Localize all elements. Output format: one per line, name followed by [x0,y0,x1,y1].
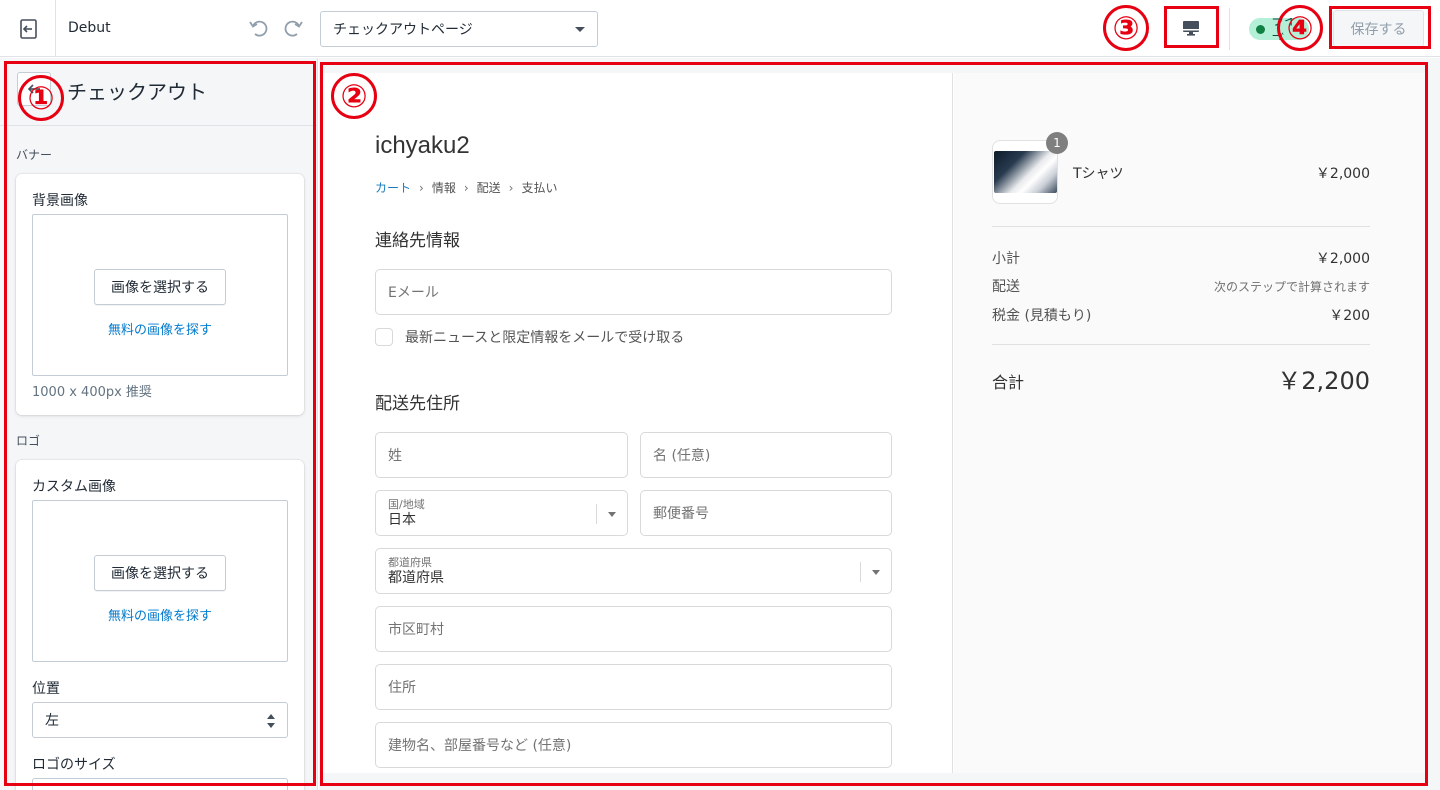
prefecture-label: 都道府県 [388,555,432,569]
breadcrumb-shipping: 配送 [476,181,501,195]
country-select[interactable]: 国/地域 日本 [375,490,628,536]
desktop-icon [1183,20,1199,36]
country-label: 国/地域 [388,497,425,511]
annotation-number-2: ② [331,73,377,119]
background-image-picker: 画像を選択する 無料の画像を探す [32,214,288,376]
exit-icon [19,18,37,39]
product-price: ￥2,000 [1315,166,1370,182]
divider [992,344,1370,345]
position-select[interactable]: 左 [32,702,288,738]
divider [992,226,1370,227]
banner-size-hint: 1000 x 400px 推奨 [32,385,152,400]
newsletter-checkbox[interactable] [375,328,393,346]
email-field[interactable]: Eメール [375,269,892,315]
select-image-button[interactable]: 画像を選択する [94,555,226,591]
shipping-label: 配送 [992,279,1020,295]
chevron-right-icon: › [463,180,469,195]
settings-sidebar: チェックアウト バナー 背景画像 画像を選択する 無料の画像を探す 1000 x… [0,58,318,790]
postal-code-placeholder: 郵便番号 [653,506,709,522]
divider [596,504,597,524]
theme-name: Debut [68,20,111,36]
top-bar: Debut チェックアウトページ ライブ 保存する [0,0,1440,57]
total-value: ￥2,200 [1277,367,1370,395]
newsletter-row: 最新ニュースと限定情報をメールで受け取る [375,327,684,347]
background-image-label: 背景画像 [32,193,88,209]
last-name-placeholder: 姓 [388,448,402,464]
subtotal-label: 小計 [992,251,1020,267]
checkout-preview: ichyaku2 カート › 情報 › 配送 › 支払い 連絡先情報 Eメール … [319,58,1440,790]
logo-section-label: ロゴ [16,434,41,448]
free-images-link[interactable]: 無料の画像を探す [33,319,287,338]
shop-name: ichyaku2 [375,132,470,159]
tshirt-image [994,151,1057,193]
first-name-field[interactable]: 名 (任意) [640,432,892,478]
banner-section-label: バナー [16,148,53,162]
building-field[interactable]: 建物名、部屋番号など (任意) [375,722,892,768]
chevron-down-icon [872,570,880,575]
live-dot-icon [1256,24,1265,34]
device-preview-button[interactable] [1165,7,1217,48]
save-button[interactable]: 保存する [1333,10,1424,47]
logo-size-label: ロゴのサイズ [32,757,116,773]
subtotal-value: ￥2,000 [1315,251,1370,267]
country-value: 日本 [388,511,416,528]
banner-card: 背景画像 画像を選択する 無料の画像を探す 1000 x 400px 推奨 [16,174,304,415]
sidebar-title: チェックアウト [67,80,207,104]
breadcrumb-cart[interactable]: カート [375,179,411,196]
quantity-badge: 1 [1046,132,1068,154]
tax-value: ￥200 [1329,308,1370,324]
free-images-link[interactable]: 無料の画像を探す [33,605,287,624]
divider [860,562,861,582]
position-label: 位置 [32,681,60,697]
position-value: 左 [45,713,59,729]
newsletter-label: 最新ニュースと限定情報をメールで受け取る [405,330,685,346]
building-placeholder: 建物名、部屋番号など (任意) [388,738,572,754]
annotation-number-4: ④ [1277,5,1323,51]
select-image-button[interactable]: 画像を選択する [94,269,226,305]
last-name-field[interactable]: 姓 [375,432,628,478]
postal-code-field[interactable]: 郵便番号 [640,490,892,536]
address-field[interactable]: 住所 [375,664,892,710]
product-name: Tシャツ [1073,166,1124,182]
page-select-value: チェックアウトページ [333,22,473,38]
city-placeholder: 市区町村 [388,622,444,638]
shipping-heading: 配送先住所 [375,394,460,414]
chevron-right-icon: › [508,180,514,195]
contact-heading: 連絡先情報 [375,231,460,251]
annotation-number-3: ③ [1103,5,1149,51]
city-field[interactable]: 市区町村 [375,606,892,652]
shipping-value: 次のステップで計算されます [1213,280,1370,294]
divider [1229,8,1230,50]
prefecture-select[interactable]: 都道府県 都道府県 [375,548,892,594]
breadcrumb-payment: 支払い [521,181,558,195]
undo-icon [249,20,268,37]
annotation-number-1: ① [18,75,64,121]
redo-icon [284,20,303,37]
product-thumbnail: 1 [992,132,1068,204]
order-summary: 1 Tシャツ ￥2,000 小計 ￥2,000 配送 次のステップで計算されます… [954,73,1426,773]
exit-editor-button[interactable] [0,0,56,57]
chevron-right-icon: › [419,180,424,195]
total-label: 合計 [992,373,1025,392]
tax-label: 税金 (見積もり) [992,308,1092,324]
chevron-down-icon [608,512,616,517]
logo-size-select[interactable] [32,778,288,790]
first-name-placeholder: 名 (任意) [653,448,711,464]
checkout-main: ichyaku2 カート › 情報 › 配送 › 支払い 連絡先情報 Eメール … [322,73,953,773]
undo-button[interactable] [246,16,270,40]
select-arrows-icon [267,714,275,728]
logo-card: カスタム画像 画像を選択する 無料の画像を探す 位置 左 ロゴのサイズ [16,460,304,790]
address-placeholder: 住所 [388,680,416,696]
breadcrumb: カート › 情報 › 配送 › 支払い [375,179,558,196]
email-placeholder: Eメール [388,285,439,301]
prefecture-value: 都道府県 [388,569,444,586]
chevron-down-icon [575,27,585,32]
preview-frame: ichyaku2 カート › 情報 › 配送 › 支払い 連絡先情報 Eメール … [322,73,1426,773]
page-select[interactable]: チェックアウトページ [320,11,598,47]
redo-button[interactable] [282,16,306,40]
breadcrumb-information: 情報 [431,181,456,195]
custom-image-label: カスタム画像 [32,479,116,495]
custom-image-picker: 画像を選択する 無料の画像を探す [32,500,288,662]
